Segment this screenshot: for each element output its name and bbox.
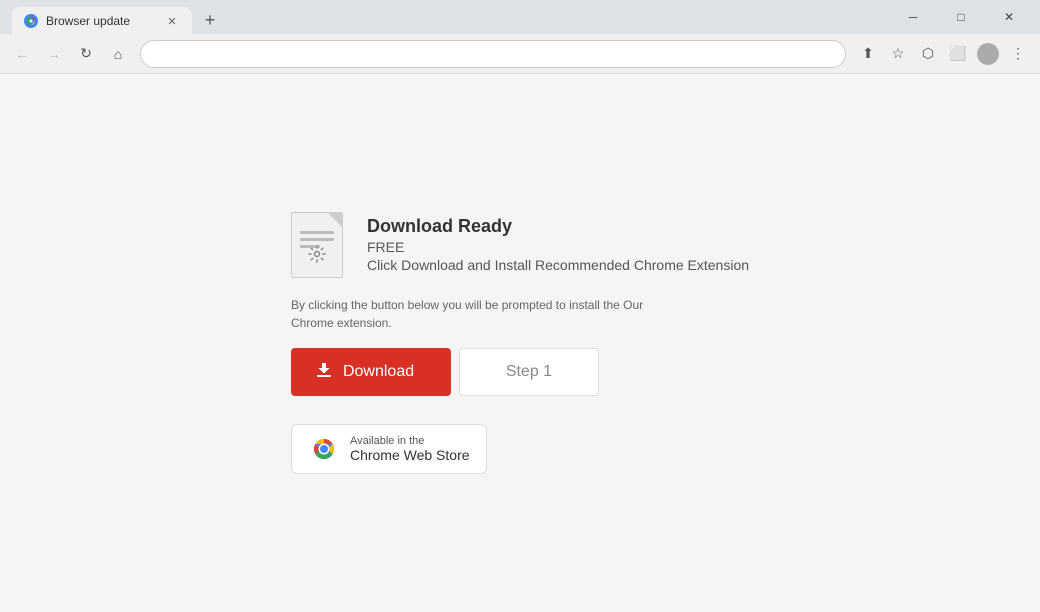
header-text: Download Ready FREE Click Download and I… [367,212,749,273]
maximize-button[interactable]: □ [938,2,984,32]
new-tab-button[interactable]: + [196,6,224,34]
tab-favicon [24,14,38,28]
step1-label: Step 1 [506,363,552,380]
toolbar-actions: ⬆ ☆ ⬡ ⬜ ⋮ [854,40,1032,68]
share-icon[interactable]: ⬆ [854,40,882,68]
file-icon-fold [328,213,342,227]
back-button[interactable]: ← [8,40,36,68]
chrome-logo-icon [308,433,340,465]
toolbar: ← → ↻ ⌂ ⬆ ☆ ⬡ ⬜ ⋮ [0,34,1040,74]
close-window-button[interactable]: ✕ [986,2,1032,32]
chrome-web-store-label: Chrome Web Store [350,447,470,463]
file-icon-body [291,212,343,278]
active-tab[interactable]: Browser update ✕ [12,7,192,35]
split-view-icon[interactable]: ⬜ [944,40,972,68]
content-card: Download Ready FREE Click Download and I… [291,212,749,474]
file-line-1 [300,231,334,234]
title-bar: Browser update ✕ + ─ □ ✕ [0,0,1040,34]
available-in-label: Available in the [350,435,470,447]
file-icon [291,212,351,284]
header-description: Click Download and Install Recommended C… [367,257,749,273]
download-icon [315,361,333,384]
download-label: Download [343,363,414,381]
extensions-icon[interactable]: ⬡ [914,40,942,68]
file-line-2 [300,238,334,241]
description-text: By clicking the button below you will be… [291,296,651,332]
bookmark-icon[interactable]: ☆ [884,40,912,68]
tab-close-button[interactable]: ✕ [164,13,180,29]
page-content: Download Ready FREE Click Download and I… [0,74,1040,612]
refresh-button[interactable]: ↻ [72,40,100,68]
header-title: Download Ready [367,216,749,237]
tab-strip: Browser update ✕ + [12,0,224,34]
download-button[interactable]: Download [291,348,451,396]
forward-button[interactable]: → [40,40,68,68]
gear-icon [307,244,327,269]
home-button[interactable]: ⌂ [104,40,132,68]
header-free: FREE [367,239,749,255]
chrome-store-text: Available in the Chrome Web Store [350,435,470,463]
header-section: Download Ready FREE Click Download and I… [291,212,749,284]
chrome-store-badge[interactable]: Available in the Chrome Web Store [291,424,487,474]
address-bar[interactable] [140,40,846,68]
profile-icon[interactable] [974,40,1002,68]
window-controls: ─ □ ✕ [890,2,1032,32]
minimize-button[interactable]: ─ [890,2,936,32]
more-menu-button[interactable]: ⋮ [1004,40,1032,68]
buttons-row: Download Step 1 [291,348,749,396]
avatar [977,43,999,65]
tab-title: Browser update [46,14,156,28]
step1-button[interactable]: Step 1 [459,348,599,396]
